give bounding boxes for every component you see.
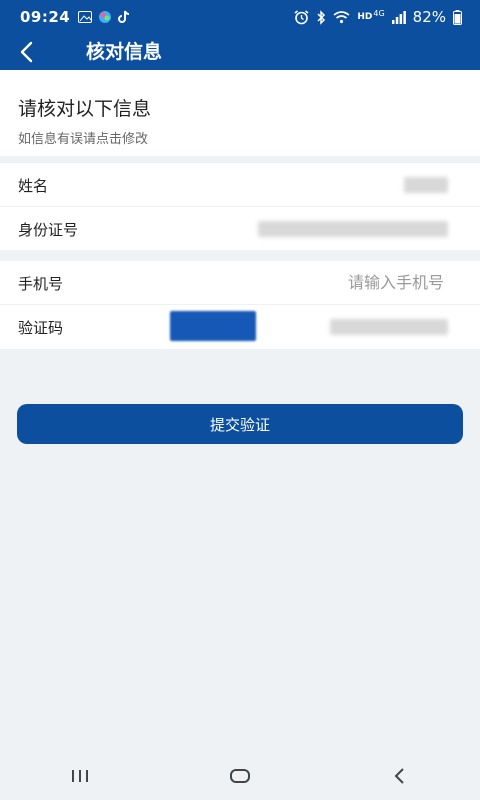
- phone-row: 手机号: [0, 260, 480, 305]
- app-header: 核对信息: [0, 34, 480, 70]
- page-title: 核对信息: [86, 41, 163, 63]
- name-row[interactable]: 姓名: [0, 162, 480, 207]
- tiktok-icon: [118, 10, 130, 23]
- network-label: HD: [357, 12, 373, 22]
- system-nav-bar: [0, 752, 480, 800]
- home-icon: [230, 769, 250, 783]
- alarm-icon: [294, 9, 309, 24]
- home-button[interactable]: [210, 756, 270, 796]
- recent-apps-button[interactable]: [50, 756, 110, 796]
- name-value-redacted: [404, 177, 448, 193]
- intro-section: 请核对以下信息 如信息有误请点击修改: [0, 70, 480, 156]
- status-bar: 09:24 HD 4G 82%: [0, 0, 480, 34]
- image-icon: [78, 11, 93, 23]
- back-icon: [394, 768, 404, 784]
- id-number-label: 身份证号: [18, 221, 79, 239]
- status-time: 09:24: [20, 8, 71, 26]
- bluetooth-icon: [317, 9, 326, 25]
- app-icon: [99, 11, 112, 23]
- intro-subtitle: 如信息有误请点击修改: [18, 132, 149, 147]
- phone-label: 手机号: [18, 275, 64, 293]
- phone-input[interactable]: [242, 272, 446, 293]
- verification-code-input-redacted[interactable]: [170, 311, 256, 341]
- back-button[interactable]: [12, 39, 40, 65]
- system-back-button[interactable]: [370, 756, 430, 796]
- recent-apps-icon: [72, 770, 88, 782]
- chevron-left-icon: [20, 41, 33, 63]
- battery-icon: [453, 9, 462, 25]
- get-code-button-redacted[interactable]: [330, 319, 448, 335]
- verification-code-row: 验证码: [0, 304, 480, 349]
- signal-icon: [391, 10, 406, 24]
- intro-heading: 请核对以下信息: [18, 98, 152, 120]
- submit-verification-button[interactable]: 提交验证: [17, 404, 463, 444]
- wifi-icon: [333, 10, 350, 23]
- name-label: 姓名: [18, 177, 49, 195]
- battery-percent: 82%: [412, 8, 446, 26]
- id-number-row[interactable]: 身份证号: [0, 206, 480, 251]
- verification-code-label: 验证码: [18, 319, 64, 337]
- section-divider: [0, 250, 480, 260]
- id-number-value-redacted: [258, 221, 448, 237]
- signal-label: 4G: [373, 8, 385, 18]
